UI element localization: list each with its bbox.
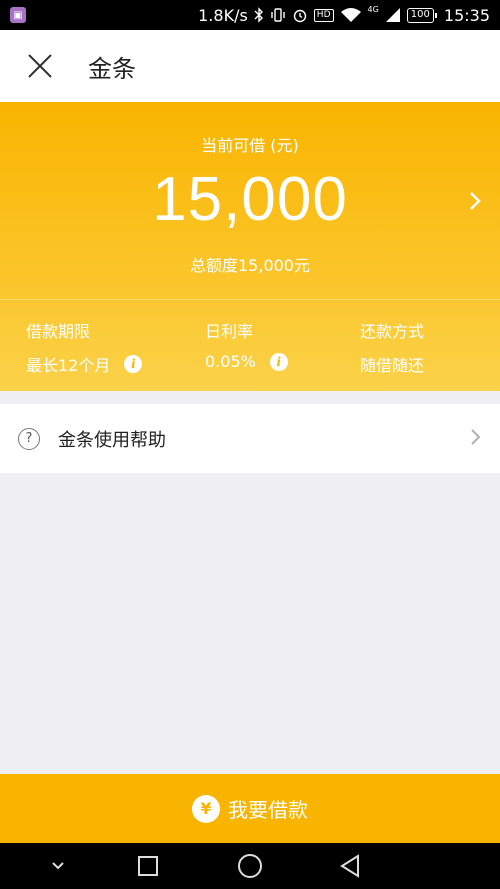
hd-badge: HD	[313, 8, 334, 22]
back-icon[interactable]	[320, 843, 380, 889]
chevron-right-icon[interactable]	[468, 190, 482, 218]
back-down-icon[interactable]	[28, 843, 88, 889]
loan-term-value: 最长12个月	[26, 356, 111, 375]
credit-panel: 当前可借 (元) 15,000 总额度15,000元 借款期限 最长12个月 i…	[0, 102, 500, 391]
daily-rate-label: 日利率	[205, 322, 254, 341]
system-nav-bar	[0, 843, 500, 889]
borrow-button[interactable]: ¥ 我要借款	[0, 774, 500, 843]
vibrate-icon	[270, 7, 286, 23]
clock: 15:35	[443, 5, 490, 25]
help-label: 金条使用帮助	[58, 429, 166, 451]
status-bar: ▣ 1.8K/s HD 4G 100 15:35	[0, 0, 500, 30]
repayment-value: 随借随还	[360, 356, 425, 375]
home-icon[interactable]	[220, 843, 280, 889]
borrow-button-label: 我要借款	[228, 798, 308, 822]
repayment-label: 还款方式	[360, 322, 425, 341]
network-speed: 1.8K/s	[198, 5, 248, 25]
available-label: 当前可借 (元)	[201, 136, 299, 155]
app-notification-icon: ▣	[10, 7, 26, 23]
chevron-right-icon	[470, 427, 482, 451]
header-bar: 金条	[0, 30, 500, 102]
daily-rate-info: 日利率 0.05% i	[205, 318, 288, 371]
available-amount[interactable]: 15,000	[0, 164, 500, 235]
bluetooth-icon	[254, 7, 264, 23]
repayment-info: 还款方式 随借随还	[360, 318, 424, 376]
info-icon[interactable]: i	[269, 352, 288, 371]
divider	[0, 299, 500, 300]
question-icon: ?	[18, 427, 40, 450]
daily-rate-value: 0.05%	[205, 352, 256, 371]
close-button[interactable]	[0, 30, 80, 102]
network-type: 4G	[367, 4, 379, 14]
alarm-icon	[292, 7, 308, 23]
signal-icon	[385, 7, 401, 23]
total-credit: 总额度15,000元	[190, 256, 310, 275]
wifi-icon	[340, 7, 362, 23]
page-title: 金条	[88, 54, 136, 83]
yen-icon: ¥	[192, 794, 220, 823]
loan-term-label: 借款期限	[26, 322, 91, 341]
recent-apps-icon[interactable]	[118, 843, 178, 889]
battery-indicator: 100	[406, 7, 437, 23]
info-icon[interactable]: i	[124, 355, 143, 373]
help-row[interactable]: ? 金条使用帮助	[0, 404, 500, 473]
close-icon	[28, 54, 52, 78]
loan-term-info: 借款期限 最长12个月 i	[26, 318, 143, 376]
